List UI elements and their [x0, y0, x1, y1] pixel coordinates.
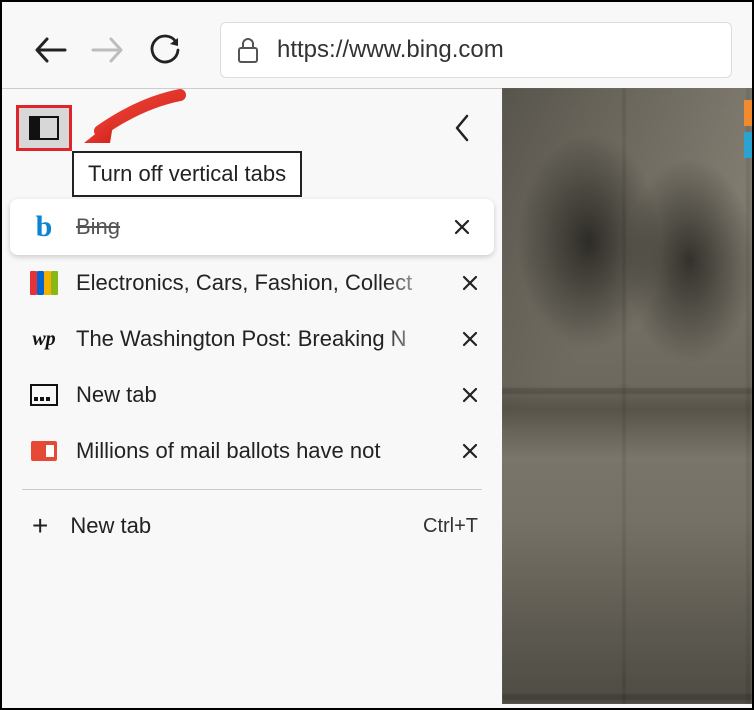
- refresh-icon: [150, 34, 182, 66]
- washington-post-icon: wp: [30, 325, 58, 353]
- url-text: https://www.bing.com: [277, 36, 504, 64]
- new-tab-button[interactable]: + New tab Ctrl+T: [2, 490, 502, 558]
- tab-title: The Washington Post: Breaking N: [76, 326, 438, 352]
- new-tab-label: New tab: [70, 513, 401, 539]
- address-bar[interactable]: https://www.bing.com: [220, 22, 732, 78]
- edge-cut-icon: [744, 100, 752, 164]
- tab-item[interactable]: Electronics, Cars, Fashion, Collect: [2, 255, 502, 311]
- back-icon: [33, 35, 67, 65]
- close-tab-button[interactable]: [448, 213, 476, 241]
- close-tab-button[interactable]: [456, 269, 484, 297]
- plus-icon: +: [32, 510, 48, 542]
- tab-title: Bing: [76, 214, 430, 240]
- vertical-tabs-icon: [29, 116, 59, 140]
- forward-button[interactable]: [84, 26, 132, 74]
- lock-icon: [237, 36, 259, 64]
- tooltip: Turn off vertical tabs: [72, 151, 302, 197]
- vertical-tabs-toggle-button[interactable]: [16, 105, 72, 151]
- ebay-icon: [30, 269, 58, 297]
- close-tab-button[interactable]: [456, 325, 484, 353]
- tab-list: b Bing Electronics, Cars, Fashion, Colle…: [2, 199, 502, 479]
- tab-item[interactable]: b Bing: [10, 199, 494, 255]
- tab-item[interactable]: wp The Washington Post: Breaking N: [2, 311, 502, 367]
- tab-title: Millions of mail ballots have not: [76, 438, 438, 464]
- refresh-button[interactable]: [142, 26, 190, 74]
- tab-item[interactable]: Millions of mail ballots have not: [2, 423, 502, 479]
- page-content: [502, 88, 752, 704]
- close-icon: [461, 442, 479, 460]
- new-tab-icon: [30, 381, 58, 409]
- background-image: [502, 88, 752, 704]
- chevron-left-icon: [453, 113, 471, 143]
- sidebar-header: Turn off vertical tabs: [2, 97, 502, 159]
- close-icon: [461, 330, 479, 348]
- browser-toolbar: https://www.bing.com: [2, 2, 752, 88]
- vertical-tabs-sidebar: Turn off vertical tabs b Bing Electronic…: [2, 88, 502, 704]
- tab-title: New tab: [76, 382, 438, 408]
- tab-title: Electronics, Cars, Fashion, Collect: [76, 270, 438, 296]
- close-tab-button[interactable]: [456, 437, 484, 465]
- close-icon: [461, 386, 479, 404]
- new-tab-shortcut: Ctrl+T: [423, 515, 478, 538]
- site-icon: [30, 437, 58, 465]
- close-icon: [461, 274, 479, 292]
- close-icon: [453, 218, 471, 236]
- tab-item[interactable]: New tab: [2, 367, 502, 423]
- bing-icon: b: [30, 213, 58, 241]
- forward-icon: [91, 35, 125, 65]
- content-area: Turn off vertical tabs b Bing Electronic…: [2, 88, 752, 704]
- close-tab-button[interactable]: [456, 381, 484, 409]
- back-button[interactable]: [26, 26, 74, 74]
- collapse-sidebar-button[interactable]: [442, 108, 482, 148]
